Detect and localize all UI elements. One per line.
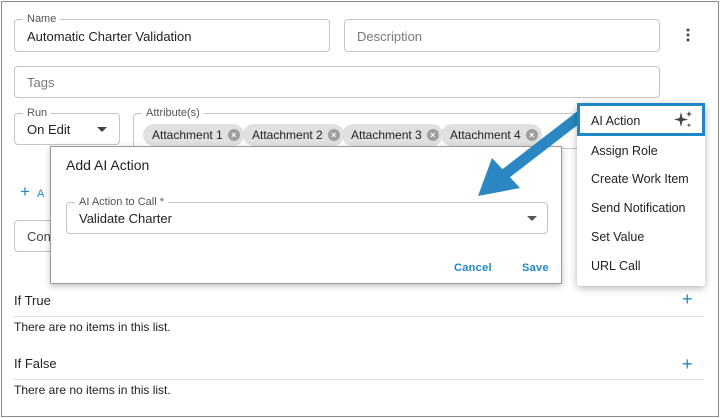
menu-item-label: AI Action — [591, 114, 641, 128]
chip-remove-icon[interactable]: × — [327, 129, 340, 141]
menu-item-send-notification[interactable]: Send Notification — [591, 201, 686, 215]
run-value: On Edit — [27, 122, 71, 137]
description-placeholder: Description — [357, 29, 423, 44]
name-value: Automatic Charter Validation — [27, 29, 192, 44]
cancel-button[interactable]: Cancel — [454, 262, 492, 274]
add-action-label: A — [36, 188, 45, 200]
dropdown-arrow-icon — [97, 127, 107, 132]
ai-action-select-value: Validate Charter — [79, 211, 172, 226]
action-type-menu: AI Action Assign Role Create Work Item S… — [577, 103, 705, 286]
menu-item-assign-role[interactable]: Assign Role — [591, 144, 658, 158]
chip-label: Attachment 3 — [351, 128, 422, 142]
tags-placeholder: Tags — [27, 75, 55, 90]
attributes-label: Attribute(s) — [142, 106, 204, 120]
menu-item-set-value[interactable]: Set Value — [591, 230, 644, 244]
save-button[interactable]: Save — [522, 262, 549, 274]
menu-item-url-call[interactable]: URL Call — [591, 259, 641, 273]
run-select[interactable]: Run On Edit — [14, 106, 120, 145]
chip-remove-icon[interactable]: × — [426, 129, 439, 141]
attribute-chip-1[interactable]: Attachment 1 × — [143, 124, 244, 146]
if-true-divider — [14, 316, 704, 317]
if-false-divider — [14, 379, 704, 380]
menu-item-ai-action[interactable]: AI Action — [577, 103, 705, 136]
chip-label: Attachment 1 — [152, 128, 223, 142]
add-if-false-plus-icon[interactable]: + — [682, 355, 693, 373]
dialog-title: Add AI Action — [66, 157, 150, 173]
condition-value: Con — [27, 229, 51, 244]
name-field[interactable]: Name Automatic Charter Validation — [14, 12, 330, 52]
rule-editor-panel: Name Automatic Charter Validation Descri… — [1, 1, 719, 417]
if-false-empty-text: There are no items in this list. — [14, 383, 171, 397]
name-label: Name — [23, 12, 61, 26]
chip-label: Attachment 2 — [252, 128, 323, 142]
sparkle-icon — [674, 111, 692, 128]
run-label: Run — [23, 106, 52, 120]
ai-action-select-label: AI Action to Call * — [75, 195, 168, 209]
if-true-title: If True — [14, 293, 51, 308]
tags-field[interactable]: Tags — [14, 66, 660, 98]
attribute-chip-2[interactable]: Attachment 2 × — [243, 124, 344, 146]
if-false-title: If False — [14, 356, 57, 371]
if-true-empty-text: There are no items in this list. — [14, 320, 171, 334]
description-field[interactable]: Description — [344, 19, 660, 52]
dropdown-arrow-icon — [527, 216, 537, 221]
chip-remove-icon[interactable]: × — [227, 129, 240, 141]
plus-icon: + — [20, 182, 30, 201]
more-vert-icon[interactable] — [682, 27, 694, 43]
attribute-chip-3[interactable]: Attachment 3 × — [342, 124, 443, 146]
menu-item-create-work-item[interactable]: Create Work Item — [591, 172, 689, 186]
add-if-true-plus-icon[interactable]: + — [682, 290, 693, 308]
add-action-link[interactable]: + A — [20, 182, 44, 202]
